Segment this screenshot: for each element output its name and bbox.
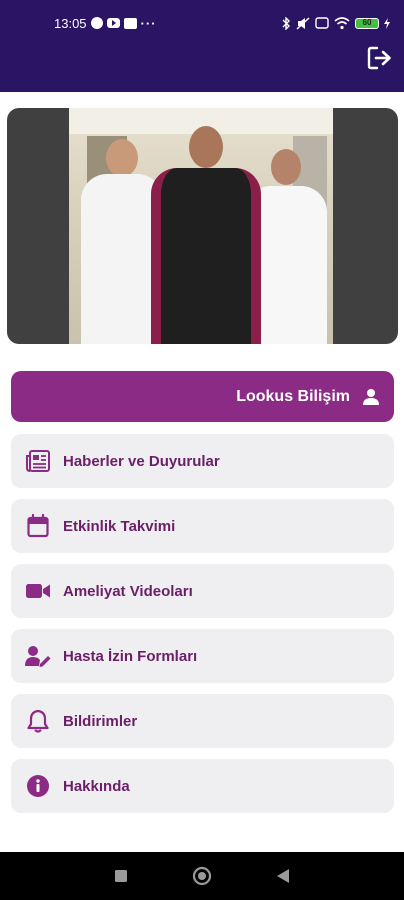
calendar-icon: [25, 513, 51, 539]
menu-item-label: Hasta İzin Formları: [63, 647, 198, 665]
menu-item-notifications[interactable]: Bildirimler: [11, 694, 394, 748]
battery-icon: 60: [355, 17, 379, 29]
sim-icon: [315, 17, 329, 29]
android-nav-bar: [0, 852, 404, 900]
menu-item-label: Ameliyat Videoları: [63, 582, 193, 600]
notification-icon: [90, 17, 103, 29]
menu-item-label: Etkinlik Takvimi: [63, 517, 176, 535]
profile-name: Lookus Bilişim: [236, 387, 350, 405]
square-icon: [114, 870, 127, 882]
system-status-bar: 13:05 ··· 60: [54, 14, 390, 32]
wifi-icon: [334, 16, 350, 29]
status-right: 60: [281, 16, 390, 30]
app-header: 13:05 ··· 60: [0, 0, 404, 92]
home-button[interactable]: [190, 864, 214, 888]
status-left: 13:05 ···: [54, 16, 157, 31]
carousel-image: [69, 108, 333, 344]
person-figure: [151, 126, 261, 344]
more-notifications-icon: ···: [140, 15, 157, 31]
main-menu: Haberler ve Duyurular Etkinlik Takvimi A…: [11, 434, 394, 824]
logout-button[interactable]: [366, 44, 394, 72]
recents-button[interactable]: [109, 864, 133, 888]
message-icon: [123, 17, 137, 29]
triangle-back-icon: [277, 869, 290, 883]
photo-carousel[interactable]: [7, 108, 398, 344]
video-camera-icon: [25, 578, 51, 604]
user-edit-icon: [25, 643, 51, 669]
newspaper-icon: [25, 448, 51, 474]
user-icon: [363, 388, 379, 405]
info-icon: [25, 773, 51, 799]
bell-icon: [25, 708, 51, 734]
circle-icon: [192, 866, 212, 886]
menu-item-calendar[interactable]: Etkinlik Takvimi: [11, 499, 394, 553]
menu-item-videos[interactable]: Ameliyat Videoları: [11, 564, 394, 618]
menu-item-about[interactable]: Hakkında: [11, 759, 394, 813]
back-button[interactable]: [271, 864, 295, 888]
menu-item-label: Bildirimler: [63, 712, 138, 730]
status-time: 13:05: [54, 15, 87, 31]
menu-item-label: Hakkında: [63, 777, 130, 795]
menu-item-news[interactable]: Haberler ve Duyurular: [11, 434, 394, 488]
logout-icon: [367, 46, 391, 70]
bluetooth-icon: [282, 16, 290, 30]
youtube-icon: [106, 18, 120, 28]
profile-button[interactable]: Lookus Bilişim: [11, 371, 394, 422]
menu-item-patient-forms[interactable]: Hasta İzin Formları: [11, 629, 394, 683]
charging-icon: [384, 17, 390, 29]
menu-item-label: Haberler ve Duyurular: [63, 452, 220, 470]
mute-icon: [296, 16, 310, 30]
